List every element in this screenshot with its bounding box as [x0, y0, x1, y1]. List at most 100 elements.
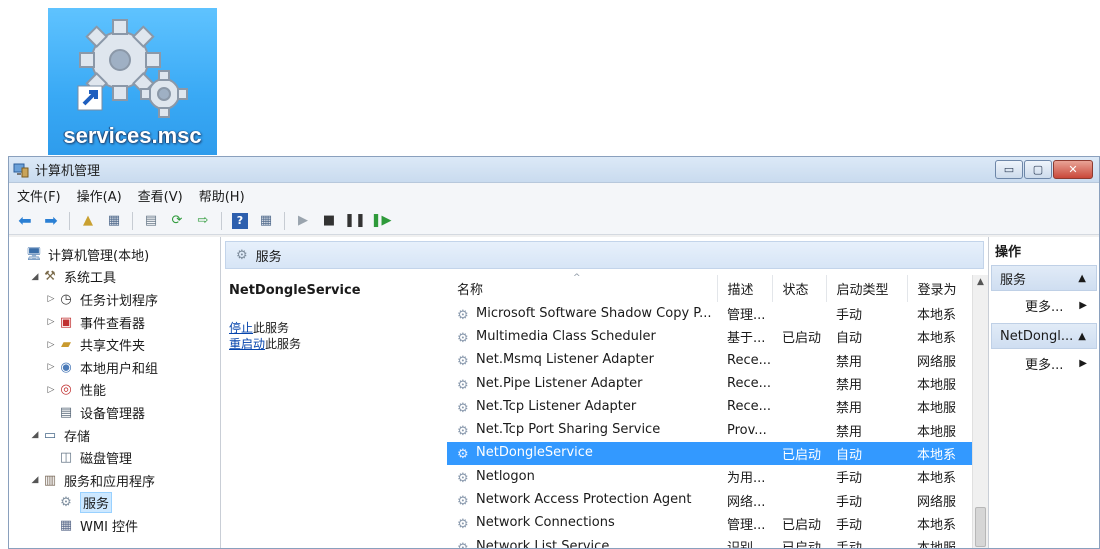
back-button[interactable]: ⬅	[15, 211, 35, 231]
refresh-button[interactable]: ⟳	[167, 211, 187, 231]
shortcut-label: services.msc	[63, 123, 202, 148]
service-name-text: Net.Tcp Port Sharing Service	[476, 422, 661, 438]
column-header-name[interactable]: 名称 ^	[447, 273, 718, 302]
start-service-button[interactable]: ▶	[293, 211, 313, 231]
tree-item[interactable]: ▷ ◷ 任务计划程序	[9, 288, 220, 311]
column-header-log-on-as[interactable]: 登录为	[907, 275, 974, 302]
service-name-cell: ⚙ Network Connections	[447, 512, 717, 535]
column-header-description[interactable]: 描述	[717, 275, 773, 302]
collapsed-arrow-icon[interactable]: ▷	[45, 385, 57, 395]
table-row[interactable]: ⚙ Network Access Protection Agent 网络... 手动 网…	[447, 488, 973, 511]
properties-button[interactable]: ▤	[141, 211, 161, 231]
up-level-button[interactable]: ▲	[78, 211, 98, 231]
service-startup-type-cell: 手动	[836, 517, 863, 533]
show-tree-button[interactable]: ▦	[104, 211, 124, 231]
action-group-services[interactable]: 服务 ▲	[991, 265, 1097, 291]
table-row[interactable]: ⚙ Netlogon 为用... 手动 本地系	[447, 465, 973, 488]
apps-icon: ▥	[43, 472, 57, 488]
service-name-text: Network Access Protection Agent	[476, 492, 692, 508]
table-row[interactable]: ⚙ Net.Tcp Listener Adapter Rece... 禁用 本地服	[447, 395, 973, 418]
scroll-up-icon[interactable]: ▲	[973, 277, 988, 287]
service-name-cell: ⚙ Network List Service	[447, 535, 717, 548]
tree-item[interactable]: ▷ ▰ 共享文件夹	[9, 333, 220, 356]
table-row[interactable]: ⚙ Network Connections 管理... 已启动 手动 本地系	[447, 512, 973, 535]
table-row[interactable]: ⚙ Microsoft Software Shadow Copy P... 管理..…	[447, 302, 973, 325]
service-status-cell: 已启动	[782, 541, 822, 549]
service-status-cell: 已启动	[782, 331, 822, 347]
table-row[interactable]: ⚙ NetDongleService 已启动 自动 本地系	[447, 441, 973, 466]
gear-icon: ⚙	[236, 247, 248, 263]
service-startup-type-cell: 手动	[836, 541, 863, 549]
tree-item[interactable]: ▦ WMI 控件	[9, 514, 220, 537]
vertical-scrollbar[interactable]: ▲	[972, 275, 988, 548]
service-name-text: Net.Msmq Listener Adapter	[476, 352, 655, 368]
service-gear-icon: ⚙	[457, 424, 469, 440]
collapsed-arrow-icon[interactable]: ▷	[45, 317, 57, 327]
expanded-arrow-icon[interactable]: ◢	[29, 430, 41, 440]
stop-service-button[interactable]: ■	[319, 211, 339, 231]
shared-folder-icon: ▰	[61, 337, 71, 353]
tools-icon: ⚒	[44, 269, 56, 285]
menu-view[interactable]: 查看(V)	[138, 186, 183, 205]
service-log-on-as-cell: 本地服	[917, 541, 957, 549]
tree-item[interactable]: ◢ ▭ 存储	[9, 424, 220, 447]
scroll-thumb[interactable]	[975, 507, 986, 547]
restart-service-link[interactable]: 重启动	[229, 337, 265, 351]
more-actions-services[interactable]: 更多... ▶	[991, 291, 1097, 319]
service-log-on-as-cell: 网络服	[917, 494, 957, 510]
action-pane-icon: ▦	[259, 213, 273, 228]
tree-item[interactable]: ◢ ⚒ 系统工具	[9, 266, 220, 289]
table-row[interactable]: ⚙ Net.Pipe Listener Adapter Rece... 禁用 本地服	[447, 372, 973, 395]
service-description-cell: 管理...	[727, 308, 766, 324]
table-row[interactable]: ⚙ Net.Tcp Port Sharing Service Prov... 禁用 本地…	[447, 418, 973, 441]
action-group-selected-service[interactable]: NetDongl... ▲	[991, 323, 1097, 349]
collapsed-arrow-icon[interactable]: ▷	[45, 340, 57, 350]
tree-item-label: 事件查看器	[80, 316, 146, 332]
tree-item[interactable]: ▷ ◉ 本地用户和组	[9, 356, 220, 379]
tree-item[interactable]: ▷ ▣ 事件查看器	[9, 311, 220, 334]
services-header-label: 服务	[255, 249, 282, 265]
service-gear-icon: ⚙	[457, 354, 469, 370]
service-startup-type-cell: 禁用	[836, 354, 863, 370]
storage-icon: ▭	[43, 427, 57, 443]
services-list: 名称 ^ 描述 状态 启动类型 登录为 ⚙ Microsoft Software S…	[445, 269, 988, 548]
column-header-startup-type[interactable]: 启动类型	[826, 275, 908, 302]
help-button[interactable]: ?	[230, 211, 250, 231]
minimize-button[interactable]: ▭	[995, 160, 1023, 179]
menu-action[interactable]: 操作(A)	[77, 186, 122, 205]
column-header-status[interactable]: 状态	[772, 275, 827, 302]
submenu-arrow-icon: ▶	[1079, 357, 1087, 369]
service-status-cell: 已启动	[772, 441, 826, 466]
tree-item[interactable]: 🖥 计算机管理(本地)	[9, 243, 220, 266]
pause-icon: ❚❚	[344, 213, 366, 228]
services-shortcut[interactable]: services.msc	[48, 8, 217, 155]
tree-item[interactable]: ◢ ▥ 服务和应用程序	[9, 469, 220, 492]
pause-service-button[interactable]: ❚❚	[344, 211, 366, 231]
expanded-arrow-icon[interactable]: ◢	[29, 272, 41, 282]
more-actions-selected-service[interactable]: 更多... ▶	[991, 349, 1097, 377]
close-button[interactable]: ✕	[1053, 160, 1093, 179]
export-button[interactable]: ⇨	[193, 211, 213, 231]
services-header: ⚙ 服务	[225, 241, 984, 269]
tree-item[interactable]: ⚙ 服务	[9, 492, 220, 515]
tree-item[interactable]: ▷ ◎ 性能	[9, 379, 220, 402]
expanded-arrow-icon[interactable]: ◢	[29, 475, 41, 485]
maximize-button[interactable]: ▢	[1024, 160, 1052, 179]
title-bar[interactable]: 计算机管理 ▭ ▢ ✕	[9, 157, 1099, 183]
tree-item[interactable]: ▤ 设备管理器	[9, 401, 220, 424]
forward-button[interactable]: ➡	[41, 211, 61, 231]
table-row[interactable]: ⚙ Net.Msmq Listener Adapter Rece... 禁用 网络服	[447, 349, 973, 372]
table-row[interactable]: ⚙ Network List Service 识别... 已启动 手动 本地服	[447, 535, 973, 549]
collapsed-arrow-icon[interactable]: ▷	[45, 362, 57, 372]
service-gear-icon: ⚙	[457, 307, 469, 323]
stop-service-link[interactable]: 停止	[229, 321, 253, 335]
table-row[interactable]: ⚙ Multimedia Class Scheduler 基于... 已启动 自动 本地系	[447, 325, 973, 348]
service-gear-icon: ⚙	[457, 330, 469, 346]
collapsed-arrow-icon[interactable]: ▷	[45, 294, 57, 304]
action-group-services-label: 服务	[1000, 272, 1027, 288]
tree-item[interactable]: ◫ 磁盘管理	[9, 446, 220, 469]
menu-file[interactable]: 文件(F)	[17, 186, 61, 205]
menu-help[interactable]: 帮助(H)	[199, 186, 245, 205]
action-pane-button[interactable]: ▦	[256, 211, 276, 231]
restart-service-button[interactable]: ❚▶	[371, 211, 392, 231]
